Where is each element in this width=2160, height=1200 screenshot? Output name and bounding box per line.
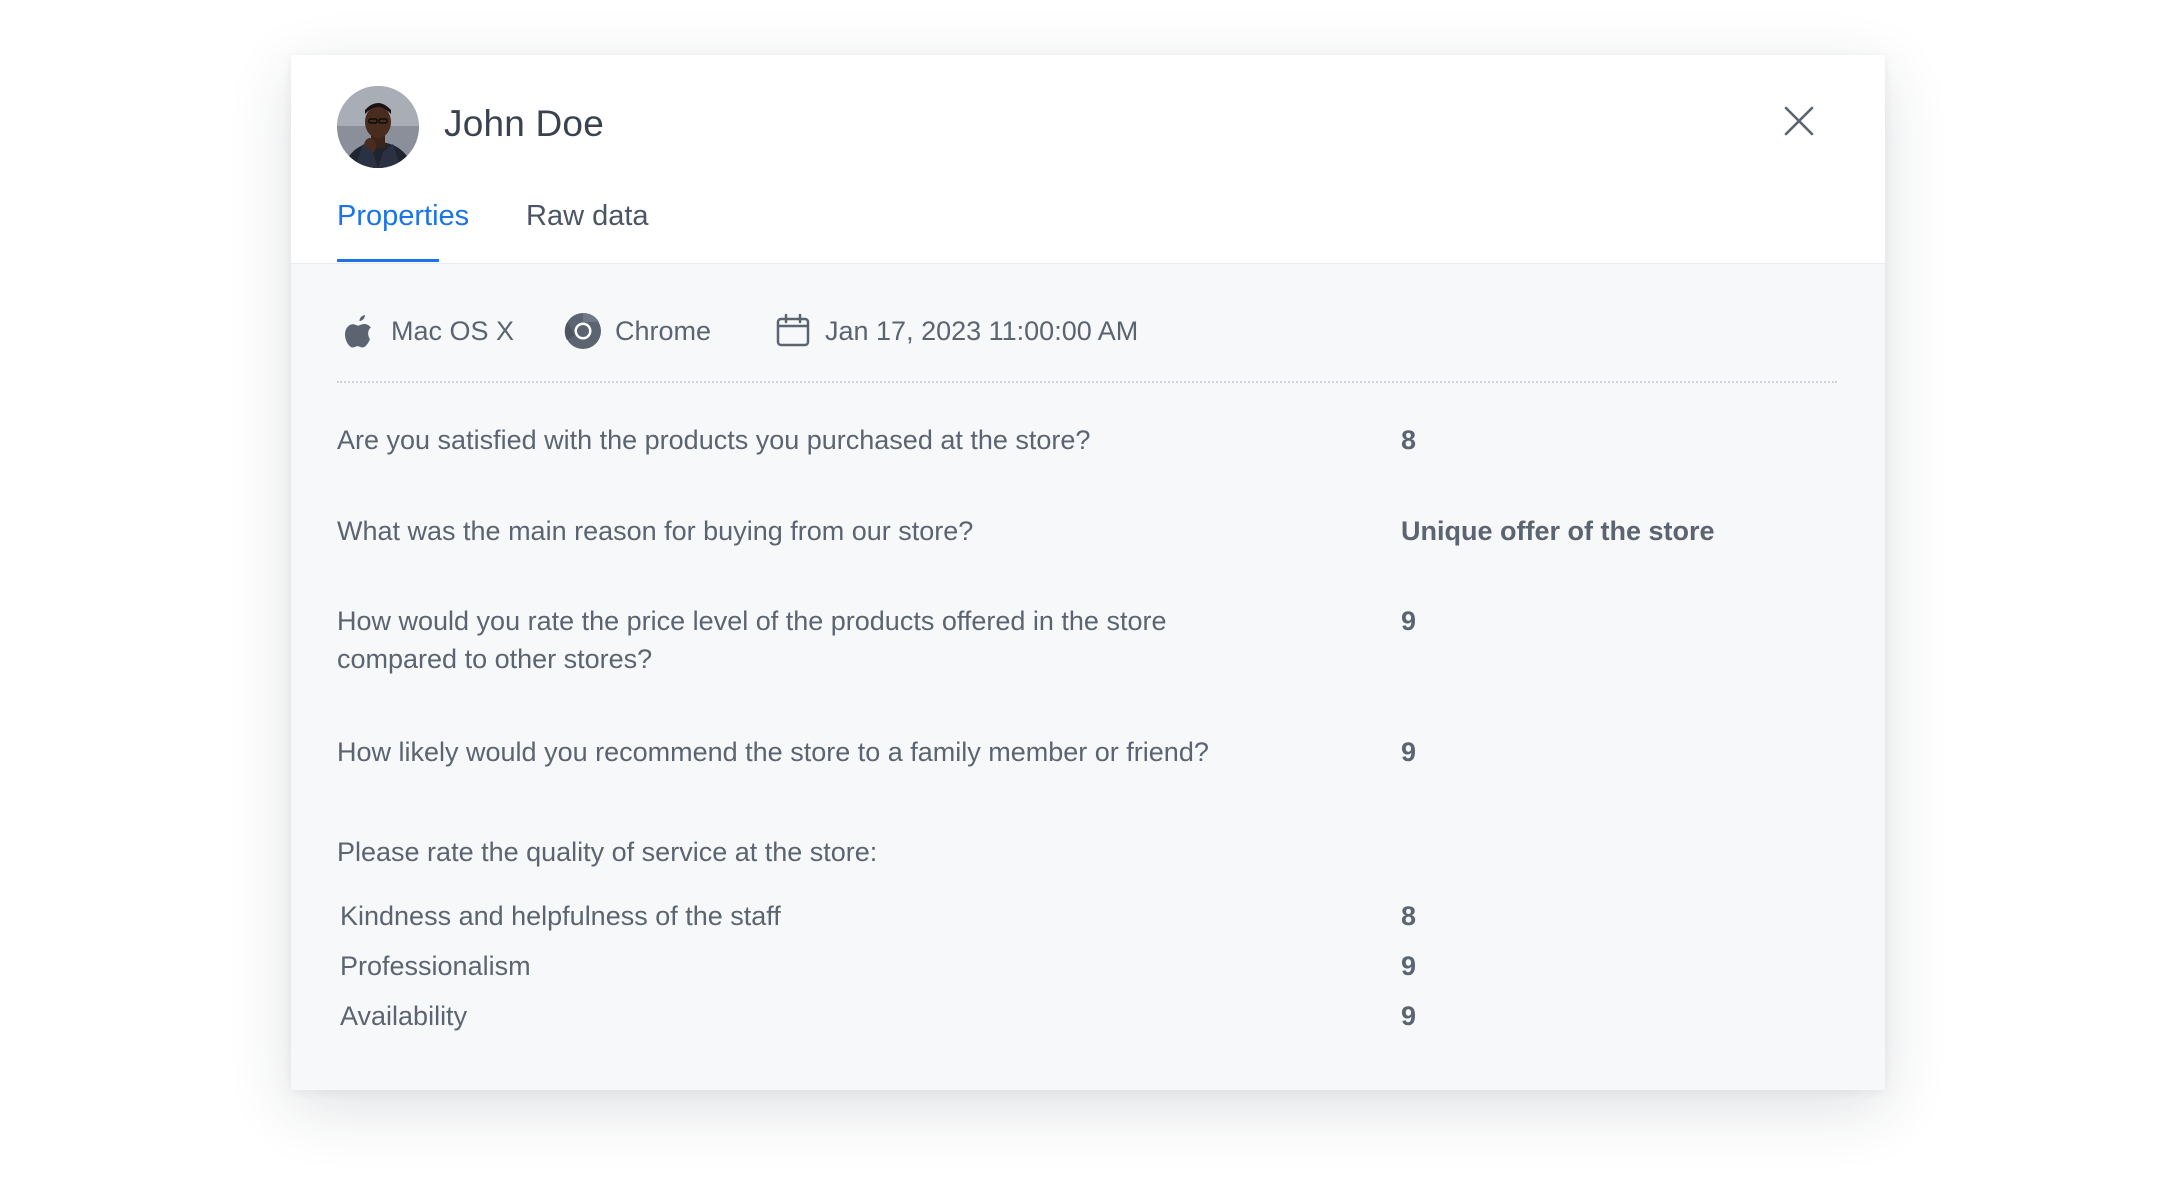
question-text: Are you satisfied with the products you … — [337, 425, 1091, 455]
apple-icon — [337, 309, 381, 353]
rating-item-value: 9 — [1401, 1001, 1417, 1031]
date-label: Jan 17, 2023 11:00:00 AM — [825, 315, 1139, 346]
close-icon — [1784, 106, 1814, 136]
os-info: Mac OS X — [337, 301, 514, 361]
rating-item-label: Availability — [340, 1001, 468, 1031]
divider — [337, 381, 1837, 383]
rating-item-label: Professionalism — [340, 951, 531, 981]
question-text: What was the main reason for buying from… — [337, 516, 974, 546]
os-label: Mac OS X — [391, 315, 515, 346]
rating-item-label: Kindness and helpfulness of the staff — [340, 901, 781, 931]
rating-item-value: 9 — [1401, 951, 1417, 981]
modal-header: John Doe Properties Raw data — [291, 55, 1885, 264]
date-info: Jan 17, 2023 11:00:00 AM — [771, 301, 1138, 361]
question-text: How likely would you recommend the store… — [337, 737, 1209, 767]
meta-row: Mac OS X Chrome Jan 17, 2023 11:00:00 AM — [291, 301, 1885, 361]
rating-item-value: 8 — [1401, 901, 1417, 931]
question-answer: 9 — [1401, 737, 1417, 767]
user-name: John Doe — [444, 103, 604, 144]
question-text: How would you rate the price level of th… — [337, 606, 1167, 674]
question-answer: 9 — [1401, 606, 1417, 636]
avatar — [337, 86, 419, 168]
rating-question-text: Please rate the quality of service at th… — [337, 837, 878, 867]
question-answer: 8 — [1401, 425, 1417, 455]
active-tab-indicator — [337, 259, 439, 262]
tab-raw-data[interactable]: Raw data — [526, 200, 649, 233]
chrome-icon — [561, 309, 605, 353]
question-answer: Unique offer of the store — [1401, 516, 1715, 546]
tab-properties[interactable]: Properties — [337, 200, 469, 233]
close-button[interactable] — [1781, 103, 1817, 139]
browser-info: Chrome — [561, 301, 711, 361]
browser-label: Chrome — [615, 315, 712, 346]
response-details-modal: John Doe Properties Raw data Mac OS X Ch… — [291, 55, 1885, 1090]
calendar-icon — [771, 309, 815, 353]
